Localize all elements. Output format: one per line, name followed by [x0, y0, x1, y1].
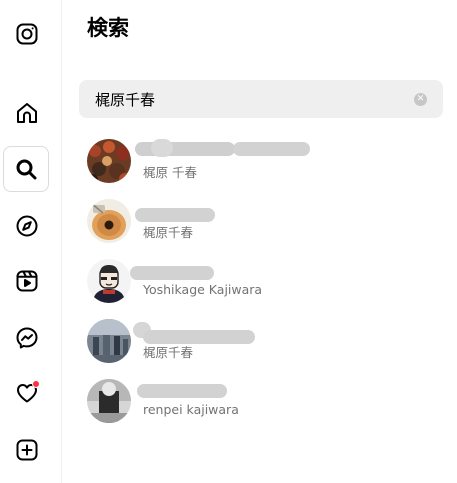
explore-icon[interactable] — [5, 204, 49, 248]
result-subtitle: 梶原 千春 — [143, 165, 197, 180]
result-subtitle: renpei kajiwara — [143, 402, 239, 417]
list-item[interactable]: 梶原千春 — [63, 312, 457, 370]
sidebar — [0, 0, 62, 483]
list-item[interactable]: 梶原 千春 — [63, 132, 457, 190]
avatar — [87, 319, 131, 363]
clear-icon[interactable]: ✕ — [414, 93, 427, 106]
avatar — [87, 379, 131, 423]
messenger-icon[interactable] — [5, 316, 49, 360]
heart-icon[interactable] — [5, 371, 49, 415]
list-item[interactable]: Yoshikage Kajiwara — [63, 252, 457, 310]
app: 検索 ✕ — [0, 0, 457, 483]
reels-icon[interactable] — [5, 259, 49, 303]
search-panel: 検索 ✕ — [63, 0, 457, 483]
create-icon[interactable] — [5, 428, 49, 472]
search-input[interactable] — [95, 80, 395, 118]
notification-dot — [32, 380, 40, 388]
search-box: ✕ — [79, 80, 443, 118]
avatar — [87, 259, 131, 303]
result-subtitle: 梶原千春 — [143, 225, 194, 240]
home-icon[interactable] — [5, 91, 49, 135]
result-subtitle: 梶原千春 — [143, 345, 194, 360]
search-icon[interactable] — [3, 146, 49, 192]
panel-title: 検索 — [87, 16, 129, 40]
avatar — [87, 139, 131, 183]
avatar — [87, 199, 131, 243]
list-item[interactable]: renpei kajiwara — [63, 372, 457, 430]
list-item[interactable]: 梶原千春 — [63, 192, 457, 250]
result-subtitle: Yoshikage Kajiwara — [143, 282, 263, 297]
instagram-logo-icon[interactable] — [5, 12, 49, 56]
